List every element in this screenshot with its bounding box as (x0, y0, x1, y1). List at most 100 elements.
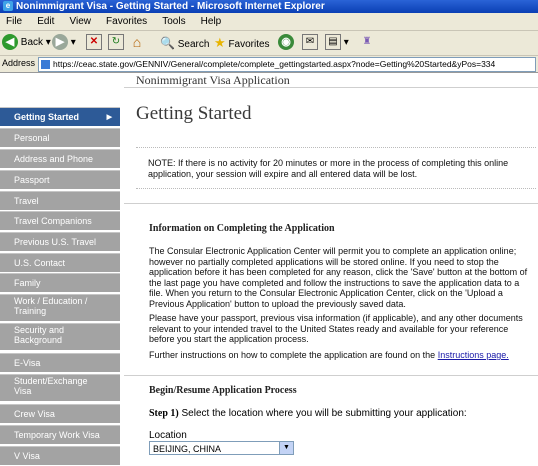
address-bar: Address https://ceac.state.gov/GENNIV/Ge… (0, 56, 538, 73)
address-label: Address (2, 58, 36, 68)
sidebar-item-label: Crew Visa (14, 409, 55, 419)
back-label: Back (20, 37, 44, 48)
session-note-box: NOTE: If there is no activity for 20 min… (136, 147, 536, 189)
sidebar-item-label: Travel Companions (14, 216, 92, 226)
sidebar-item-label: Security and (14, 325, 65, 335)
stop-button[interactable]: ✕ (86, 34, 102, 52)
main-panel: Nonimmigrant Visa Application Getting St… (124, 73, 538, 466)
home-icon: ⌂ (132, 34, 142, 51)
toolbar: ◀ Back ▾ ▶ ▾ ✕ ↻ ⌂ 🔍 Search ★ Favorites … (0, 31, 538, 56)
search-label: Search (177, 39, 210, 50)
page-content: Getting Started Personal Address and Pho… (0, 73, 538, 466)
sidebar-item-getting-started[interactable]: Getting Started (0, 107, 120, 127)
page-title: Getting Started (136, 103, 252, 124)
address-input[interactable]: https://ceac.state.gov/GENNIV/General/co… (38, 57, 536, 72)
sidebar-nav: Getting Started Personal Address and Pho… (0, 73, 120, 466)
mail-icon: ✉ (302, 34, 318, 51)
sidebar-item-label: Visa (14, 386, 32, 396)
step-1-label: Step 1) (149, 408, 179, 419)
refresh-icon: ↻ (108, 34, 124, 51)
sidebar-item-label: Work / Education / (14, 296, 88, 306)
page-icon (41, 60, 50, 69)
ie-logo-icon: e (3, 1, 13, 11)
sidebar-item-work-education-training[interactable]: Work / Education / Training (0, 294, 120, 321)
back-button[interactable]: ◀ Back ▾ (2, 34, 51, 52)
sidebar-item-label: Family (14, 278, 41, 288)
chevron-down-icon[interactable]: ▼ (279, 442, 293, 454)
begin-section-heading: Begin/Resume Application Process (149, 385, 297, 396)
refresh-button[interactable]: ↻ (108, 34, 124, 52)
menu-view[interactable]: View (63, 13, 97, 30)
search-icon: 🔍 (160, 36, 175, 50)
sidebar-item-temporary-work-visa[interactable]: Temporary Work Visa (0, 425, 120, 444)
print-icon: ▤ (325, 34, 341, 51)
sidebar-item-personal[interactable]: Personal (0, 128, 120, 147)
sidebar-item-v-visa[interactable]: V Visa (0, 446, 120, 465)
address-url: https://ceac.state.gov/GENNIV/General/co… (53, 59, 496, 69)
media-button[interactable]: ◉ (278, 34, 294, 52)
application-title: Nonimmigrant Visa Application (136, 73, 290, 87)
menu-favorites[interactable]: Favorites (100, 13, 153, 30)
sidebar-item-label: Getting Started (14, 112, 80, 122)
divider (124, 375, 538, 376)
forward-button[interactable]: ▶ ▾ (52, 34, 76, 52)
menu-file[interactable]: File (0, 13, 28, 30)
sidebar-item-passport[interactable]: Passport (0, 170, 120, 189)
location-select[interactable]: BEIJING, CHINA ▼ (149, 441, 294, 455)
sidebar-item-label: Background (14, 335, 63, 345)
print-button[interactable]: ▤ ▾ (325, 34, 349, 52)
session-timeout-note: NOTE: If there is no activity for 20 min… (148, 158, 509, 179)
sidebar-item-travel-companions[interactable]: Travel Companions (0, 211, 120, 230)
location-selected-value: BEIJING, CHINA (153, 444, 222, 454)
step-1-text: Select the location where you will be su… (178, 408, 467, 419)
messenger-icon: ♜ (362, 36, 372, 48)
sidebar-item-label: Student/Exchange (14, 376, 88, 386)
messenger-button[interactable]: ♜ (360, 34, 374, 52)
divider (124, 87, 538, 88)
search-button[interactable]: 🔍 Search (160, 34, 209, 52)
sidebar-item-label: Address and Phone (14, 154, 94, 164)
instructions-link[interactable]: Instructions page. (438, 350, 509, 360)
mail-button[interactable]: ✉ (302, 34, 318, 52)
media-icon: ◉ (278, 34, 294, 51)
home-button[interactable]: ⌂ (130, 34, 144, 52)
info-paragraph: The Consular Electronic Application Cent… (149, 246, 528, 309)
sidebar-item-label: Training (14, 306, 47, 316)
sidebar-item-previous-us-travel[interactable]: Previous U.S. Travel (0, 232, 120, 251)
stop-icon: ✕ (86, 34, 102, 51)
sidebar-item-label: Personal (14, 133, 50, 143)
forward-arrow-icon: ▶ (52, 34, 68, 51)
divider (124, 203, 538, 204)
info-section-heading: Information on Completing the Applicatio… (149, 223, 335, 234)
step-1-instruction: Step 1) Select the location where you wi… (149, 408, 467, 419)
sidebar-item-us-contact[interactable]: U.S. Contact (0, 253, 120, 272)
sidebar-item-label: E-Visa (14, 358, 41, 368)
menu-tools[interactable]: Tools (156, 13, 191, 30)
menu-help[interactable]: Help (195, 13, 228, 30)
sidebar-item-label: Temporary Work Visa (14, 430, 100, 440)
menu-edit[interactable]: Edit (31, 13, 60, 30)
sidebar-item-e-visa[interactable]: E-Visa (0, 353, 120, 372)
window-title: Nonimmigrant Visa - Getting Started - Mi… (16, 1, 325, 12)
info-paragraph: Please have your passport, previous visa… (149, 313, 523, 344)
sidebar-item-label: V Visa (14, 451, 40, 461)
sidebar-item-student-exchange-visa[interactable]: Student/Exchange Visa (0, 374, 120, 401)
sidebar-item-address-and-phone[interactable]: Address and Phone (0, 149, 120, 168)
favorites-label: Favorites (228, 39, 270, 50)
favorites-star-icon: ★ (214, 35, 226, 50)
sidebar-item-label: Previous U.S. Travel (14, 237, 97, 247)
sidebar-item-travel[interactable]: Travel (0, 191, 120, 210)
back-arrow-icon: ◀ (2, 34, 18, 51)
sidebar-item-security-and-background[interactable]: Security and Background (0, 323, 120, 350)
instructions-paragraph: Further instructions on how to complete … (149, 350, 534, 361)
instructions-text: Further instructions on how to complete … (149, 350, 438, 360)
sidebar-item-label: Travel (14, 196, 39, 206)
favorites-button[interactable]: ★ Favorites (214, 34, 270, 52)
location-label: Location (149, 430, 187, 441)
menu-bar: File Edit View Favorites Tools Help (0, 13, 538, 31)
sidebar-item-family[interactable]: Family (0, 273, 120, 292)
sidebar-item-crew-visa[interactable]: Crew Visa (0, 404, 120, 423)
window-title-bar: e Nonimmigrant Visa - Getting Started - M… (0, 0, 538, 13)
sidebar-item-label: U.S. Contact (14, 258, 66, 268)
sidebar-item-label: Passport (14, 175, 50, 185)
